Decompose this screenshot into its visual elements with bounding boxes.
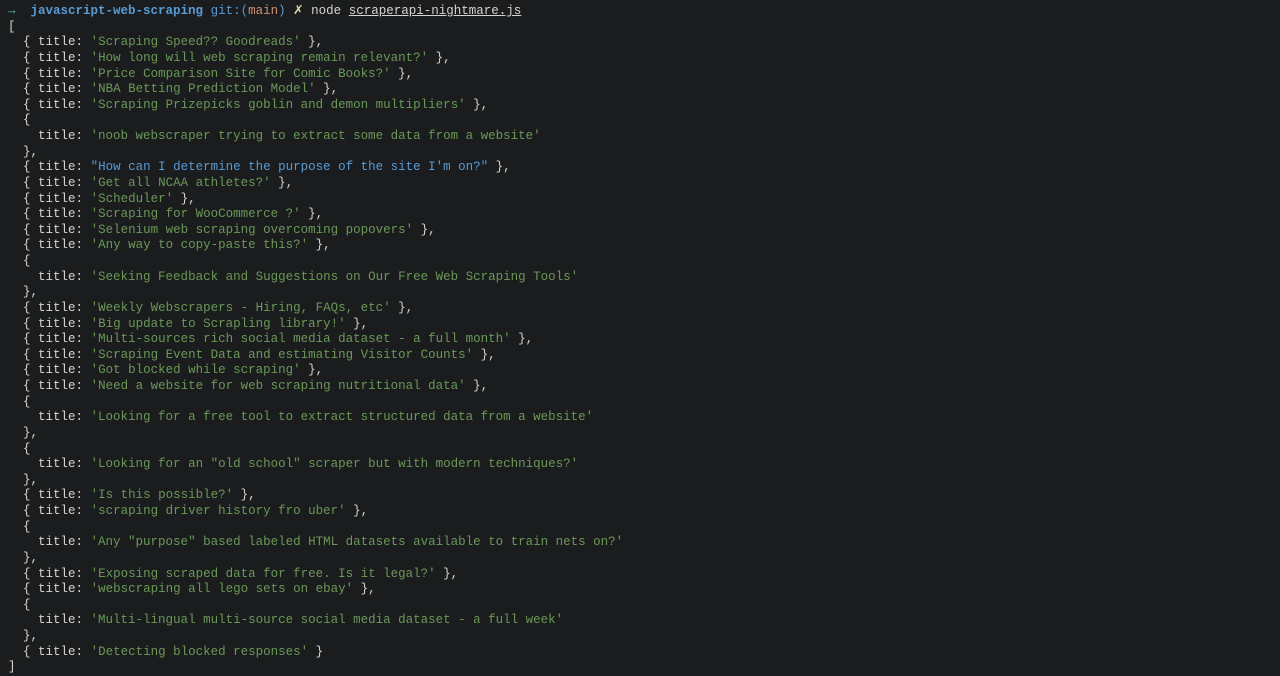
command-arg: scraperapi-nightmare.js <box>349 4 522 18</box>
paren-close: ) <box>278 4 286 18</box>
output-line: { title: 'Selenium web scraping overcomi… <box>8 223 1272 239</box>
output-line: }, <box>8 473 1272 489</box>
output-line: { title: 'Is this possible?' }, <box>8 488 1272 504</box>
output-line: { <box>8 113 1272 129</box>
output-line: { title: 'Price Comparison Site for Comi… <box>8 67 1272 83</box>
output-line: }, <box>8 285 1272 301</box>
output-line: [ <box>8 20 1272 36</box>
output-line: { <box>8 598 1272 614</box>
prompt-arrow: → <box>8 4 16 18</box>
output-line: { title: 'Need a website for web scrapin… <box>8 379 1272 395</box>
output-line: }, <box>8 629 1272 645</box>
output-line: { title: 'Detecting blocked responses' } <box>8 645 1272 661</box>
output-line: { title: 'Any way to copy-paste this?' }… <box>8 238 1272 254</box>
output-line: { title: 'Weekly Webscrapers - Hiring, F… <box>8 301 1272 317</box>
output-line: { title: 'Got blocked while scraping' }, <box>8 363 1272 379</box>
directory-name: javascript-web-scraping <box>31 4 204 18</box>
output-line: { <box>8 442 1272 458</box>
output-line: { title: 'Exposing scraped data for free… <box>8 567 1272 583</box>
output-line: }, <box>8 551 1272 567</box>
terminal-output: [ { title: 'Scraping Speed?? Goodreads' … <box>8 20 1272 676</box>
output-line: { title: 'webscraping all lego sets on e… <box>8 582 1272 598</box>
output-line: { title: 'scraping driver history fro ub… <box>8 504 1272 520</box>
output-line: { <box>8 520 1272 536</box>
output-line: { title: 'How long will web scraping rem… <box>8 51 1272 67</box>
output-line: ] <box>8 660 1272 676</box>
output-line: }, <box>8 426 1272 442</box>
output-line: { title: 'Multi-sources rich social medi… <box>8 332 1272 348</box>
paren-open: ( <box>241 4 249 18</box>
output-line: { title: 'Get all NCAA athletes?' }, <box>8 176 1272 192</box>
output-line: title: 'Seeking Feedback and Suggestions… <box>8 270 1272 286</box>
output-line: { title: "How can I determine the purpos… <box>8 160 1272 176</box>
dirty-mark: ✗ <box>293 4 303 18</box>
output-line: title: 'Looking for an "old school" scra… <box>8 457 1272 473</box>
output-line: { title: 'NBA Betting Prediction Model' … <box>8 82 1272 98</box>
output-line: { title: 'Big update to Scrapling librar… <box>8 317 1272 333</box>
output-line: { title: 'Scheduler' }, <box>8 192 1272 208</box>
output-line: { title: 'Scraping Prizepicks goblin and… <box>8 98 1272 114</box>
output-line: { title: 'Scraping for WooCommerce ?' }, <box>8 207 1272 223</box>
output-line: { <box>8 254 1272 270</box>
output-line: { title: 'Scraping Speed?? Goodreads' }, <box>8 35 1272 51</box>
output-line: title: 'Any "purpose" based labeled HTML… <box>8 535 1272 551</box>
output-line: title: 'noob webscraper trying to extrac… <box>8 129 1272 145</box>
output-line: }, <box>8 145 1272 161</box>
output-line: { <box>8 395 1272 411</box>
terminal-prompt[interactable]: → javascript-web-scraping git:(main) ✗ n… <box>8 4 1272 20</box>
output-line: { title: 'Scraping Event Data and estima… <box>8 348 1272 364</box>
command: node <box>311 4 341 18</box>
output-line: title: 'Multi-lingual multi-source socia… <box>8 613 1272 629</box>
branch-name: main <box>248 4 278 18</box>
output-line: title: 'Looking for a free tool to extra… <box>8 410 1272 426</box>
git-label: git: <box>211 4 241 18</box>
